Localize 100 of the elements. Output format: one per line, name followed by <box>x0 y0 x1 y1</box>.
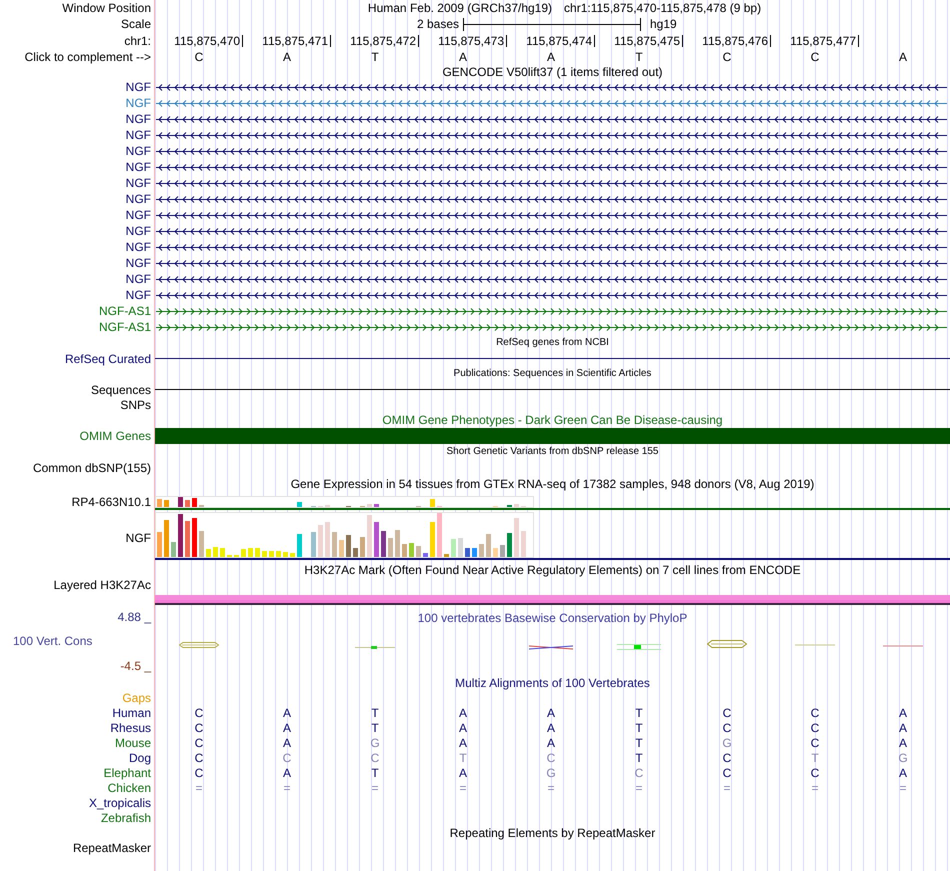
expression-bar <box>521 531 526 557</box>
aligned-base: T <box>811 750 819 764</box>
gene-arrow-line[interactable] <box>155 260 947 266</box>
gene-arrow-line[interactable] <box>155 292 947 298</box>
track-label: OMIM Genes <box>80 429 151 443</box>
expression-bar <box>157 532 162 557</box>
gene-arrow-line[interactable] <box>155 244 947 250</box>
aligned-base: T <box>371 720 379 734</box>
genome-position: chr1:115,875,470-115,875,478 (9 bp) <box>564 1 762 15</box>
base-letter: T <box>371 50 379 64</box>
gene-label: NGF <box>126 96 151 110</box>
aligned-base: T <box>635 706 643 720</box>
aligned-base: C <box>634 766 644 780</box>
expression-bar <box>437 513 442 557</box>
aligned-base: = <box>195 780 202 794</box>
gene-arrow-line[interactable] <box>155 84 947 90</box>
species-label: Gaps <box>122 690 151 704</box>
expression-bar <box>402 544 407 557</box>
aligned-base: = <box>811 780 818 794</box>
ruler-position: 115,875,474 <box>526 34 592 48</box>
base-letter: A <box>458 50 467 64</box>
aligned-base: T <box>371 766 379 780</box>
gene-arrow-line[interactable] <box>155 196 947 202</box>
expression-bar <box>255 548 260 557</box>
track-title: 100 vertebrates Basewise Conservation by PhyloP <box>418 611 688 625</box>
aligned-base: A <box>546 736 555 750</box>
conservation-mark <box>883 645 923 647</box>
track-title: GENCODE V50lift37 (1 items filtered out) <box>442 65 663 79</box>
expression-bar <box>430 499 435 507</box>
gene-arrow-line[interactable] <box>155 164 947 170</box>
expression-bar <box>185 500 190 507</box>
aligned-base: C <box>370 750 380 764</box>
assembly-name: Human Feb. 2009 (GRCh37/hg19) <box>368 1 552 15</box>
expression-bar <box>409 543 414 557</box>
expression-bar <box>178 497 183 507</box>
gene-label: NGF <box>126 240 151 254</box>
expression-bar <box>339 540 344 557</box>
complement-link[interactable]: Click to complement --> <box>24 50 151 64</box>
base-letter: C <box>810 50 820 64</box>
aligned-base: C <box>194 706 204 720</box>
aligned-base: G <box>722 736 732 750</box>
aligned-base: C <box>722 750 732 764</box>
track-label: Common dbSNP(155) <box>32 460 151 474</box>
gene-arrow-line[interactable] <box>155 180 947 186</box>
expression-bar <box>367 504 372 507</box>
track-label: RefSeq Curated <box>64 352 151 366</box>
conservation-mark <box>179 642 219 648</box>
expression-bar <box>297 502 302 507</box>
aligned-base: A <box>898 736 907 750</box>
ruler-tick <box>858 34 859 46</box>
aligned-base: = <box>283 780 290 794</box>
gene-label: NGF <box>126 192 151 206</box>
aligned-base: A <box>458 736 467 750</box>
gene-arrow-line[interactable] <box>155 276 947 282</box>
expression-bar <box>367 515 372 557</box>
track-title: Publications: Sequences in Scientific Articles <box>454 367 652 381</box>
aligned-base: A <box>282 720 291 734</box>
aligned-base: C <box>810 706 820 720</box>
row-label: Scale <box>120 17 151 31</box>
aligned-base: A <box>458 766 467 780</box>
aligned-base: C <box>194 766 204 780</box>
expression-bar <box>311 532 316 557</box>
expression-bar <box>290 553 295 557</box>
aligned-base: A <box>898 766 907 780</box>
aligned-base: A <box>898 720 907 734</box>
expression-bar <box>283 552 288 557</box>
expression-bar <box>374 522 379 557</box>
expression-bar <box>514 504 519 507</box>
gene-arrow-line[interactable] <box>155 212 947 218</box>
base-letter: A <box>282 50 291 64</box>
gene-label: NGF <box>126 144 151 158</box>
aligned-base: C <box>810 736 820 750</box>
gene-arrow-line[interactable] <box>155 132 947 138</box>
expression-bar <box>332 532 337 557</box>
gene-arrow-line[interactable] <box>155 116 947 122</box>
aligned-base: A <box>282 736 291 750</box>
aligned-base: C <box>722 766 732 780</box>
conservation-mark <box>617 643 661 651</box>
expression-bar <box>192 498 197 507</box>
aligned-base: = <box>371 780 378 794</box>
expression-bar <box>192 518 197 557</box>
aligned-base: G <box>370 736 380 750</box>
gene-arrow-line[interactable] <box>155 228 947 234</box>
expression-bar <box>472 548 477 557</box>
ruler-tick <box>682 34 683 46</box>
expression-bar <box>325 522 330 557</box>
ruler-position: 115,875,471 <box>262 34 328 48</box>
conservation-mark <box>795 644 835 646</box>
expression-bar <box>297 534 302 557</box>
aligned-base: T <box>635 736 643 750</box>
gene-label: NGF <box>126 208 151 222</box>
expression-bar <box>353 548 358 557</box>
expression-bar <box>171 542 176 557</box>
gene-label: NGF <box>126 112 151 126</box>
expression-bar <box>430 522 435 557</box>
aligned-base: C <box>810 720 820 734</box>
gene-arrow-line[interactable] <box>155 148 947 154</box>
expression-bar <box>276 551 281 557</box>
aligned-base: = <box>459 780 466 794</box>
expression-bar <box>465 548 470 557</box>
